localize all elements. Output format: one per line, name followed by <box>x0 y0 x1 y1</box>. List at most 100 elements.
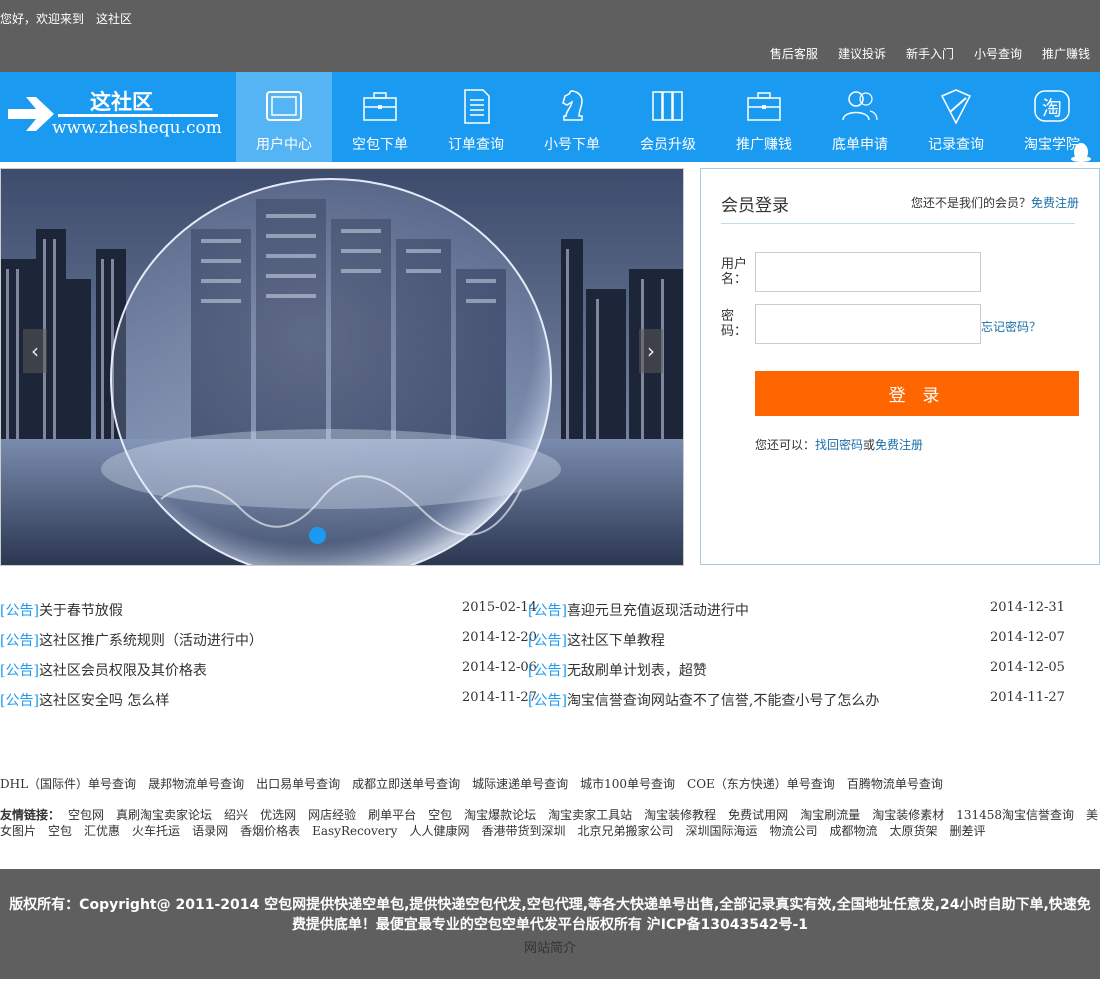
svg-text:淘: 淘 <box>1042 96 1062 120</box>
nav-alt-account-order[interactable]: 小号下单 <box>524 72 620 162</box>
friend-link[interactable]: 淘宝卖家工具站 <box>548 808 632 822</box>
friend-link[interactable]: 空包 <box>428 808 452 822</box>
top-bar: 您好，欢迎来到 这社区 售后客服 建议投诉 新手入门 小号查询 推广赚钱 <box>0 0 1100 72</box>
express-link[interactable]: 晟邦物流单号查询 <box>148 777 244 791</box>
friend-link[interactable]: 淘宝装修素材 <box>872 808 944 822</box>
notice-date: 2014-12-06 <box>462 660 537 675</box>
express-link[interactable]: 百腾物流单号查询 <box>847 777 943 791</box>
register-prompt: 您还不是我们的会员？免费注册 <box>911 194 1079 211</box>
notice-date: 2014-11-27 <box>462 690 537 705</box>
login-alt-prefix: 您还可以： <box>755 438 816 452</box>
login-alt-or: 或 <box>863 438 876 452</box>
notice-item[interactable]: [公告]这社区推广系统规则（活动进行中） <box>0 630 263 650</box>
nav-label: 记录查询 <box>928 137 984 153</box>
books-icon <box>652 91 683 121</box>
express-link[interactable]: 成都立即送单号查询 <box>352 777 460 791</box>
nav-empty-package-order[interactable]: 空包下单 <box>332 72 428 162</box>
login-button[interactable]: 登 录 <box>755 371 1079 416</box>
nav-promote[interactable]: 推广赚钱 <box>716 72 812 162</box>
logo-title: 这社区 <box>90 89 153 114</box>
nav-user-center[interactable]: 用户中心 <box>236 72 332 162</box>
top-link-complaints[interactable]: 建议投诉 <box>838 45 886 62</box>
member-login-panel: 会员登录 您还不是我们的会员？免费注册 用户名： 密码： 忘记密码？ 登 录 您… <box>700 168 1100 565</box>
notice-item[interactable]: [公告]这社区安全吗 怎么样 <box>0 690 169 710</box>
friend-link[interactable]: 刷单平台 <box>368 808 416 822</box>
nav-label: 会员升级 <box>640 137 696 153</box>
friend-link[interactable]: 删差评 <box>950 824 986 838</box>
friend-link[interactable]: 太原货架 <box>890 824 938 838</box>
logo-divider <box>58 114 218 117</box>
username-input[interactable] <box>755 252 981 292</box>
top-link-account-query[interactable]: 小号查询 <box>974 45 1022 62</box>
friend-link[interactable]: 火车托运 <box>132 824 180 838</box>
nav-items: 用户中心 空包下单 订单查询 小号下单 会员升级 推广赚钱 底单申请 记录查询 <box>236 72 1100 162</box>
friend-link[interactable]: 淘宝装修教程 <box>644 808 716 822</box>
friend-link[interactable]: EasyRecovery <box>312 824 397 838</box>
slide-indicator-dot[interactable] <box>309 527 326 544</box>
login-alternatives: 您还可以：找回密码或免费注册 <box>755 436 923 453</box>
site-logo[interactable]: 这社区 www.zheshequ.com <box>0 72 236 162</box>
notice-item[interactable]: [公告]关于春节放假 <box>0 600 123 620</box>
slide-next-button[interactable]: › <box>639 329 663 373</box>
friend-link[interactable]: 北京兄弟搬家公司 <box>577 824 673 838</box>
express-query-links: DHL（国际件）单号查询 晟邦物流单号查询 出口易单号查询 成都立即送单号查询 城际速递… <box>0 775 955 792</box>
nav-receipt-request[interactable]: 底单申请 <box>812 72 908 162</box>
notice-item[interactable]: [公告]无敌刷单计划表，超赞 <box>528 660 707 680</box>
friend-link[interactable]: 语录网 <box>192 824 228 838</box>
notice-row: [公告]这社区安全吗 怎么样 2014-11-27 [公告]淘宝信誉查询网站查不… <box>0 690 1100 720</box>
password-input[interactable] <box>755 304 981 344</box>
friend-link[interactable]: 香烟价格表 <box>240 824 300 838</box>
friend-link[interactable]: 淘宝爆款论坛 <box>464 808 536 822</box>
nav-record-query[interactable]: 记录查询 <box>908 72 1004 162</box>
forgot-password-link[interactable]: 忘记密码？ <box>981 318 1041 335</box>
briefcase-icon <box>363 92 397 121</box>
friend-link[interactable]: 人人健康网 <box>409 824 469 838</box>
express-link[interactable]: 城市100单号查询 <box>580 777 675 791</box>
free-register-link[interactable]: 免费注册 <box>875 438 923 452</box>
register-link[interactable]: 免费注册 <box>1031 196 1079 210</box>
friend-link[interactable]: 网店经验 <box>308 808 356 822</box>
friend-link[interactable]: 空包 <box>48 824 72 838</box>
footer-copyright: 版权所有：Copyright@ 2011-2014 空包网提供快递空单包,提供快… <box>9 897 1091 933</box>
express-link[interactable]: COE（东方快递）单号查询 <box>687 777 835 791</box>
friend-link[interactable]: 汇优惠 <box>84 824 120 838</box>
notice-item[interactable]: [公告]这社区会员权限及其价格表 <box>0 660 207 680</box>
nav-member-upgrade[interactable]: 会员升级 <box>620 72 716 162</box>
document-list-icon <box>464 89 490 124</box>
friend-link[interactable]: 物流公司 <box>770 824 818 838</box>
notice-item[interactable]: [公告]喜迎元旦充值返现活动进行中 <box>528 600 749 620</box>
nav-order-query[interactable]: 订单查询 <box>428 72 524 162</box>
banner-slideshow[interactable]: ‹ › <box>0 168 684 566</box>
nav-label: 推广赚钱 <box>736 137 792 153</box>
top-link-promote[interactable]: 推广赚钱 <box>1042 45 1090 62</box>
nav-label: 小号下单 <box>544 137 600 153</box>
express-link[interactable]: 城际速递单号查询 <box>472 777 568 791</box>
friend-link[interactable]: 深圳国际海运 <box>685 824 757 838</box>
friend-link[interactable]: 香港带货到深圳 <box>481 824 565 838</box>
taobao-icon: 淘 <box>1034 90 1070 122</box>
friend-link[interactable]: 免费试用网 <box>728 808 788 822</box>
friend-link[interactable]: 131458淘宝信誉查询 <box>956 808 1074 822</box>
friend-link[interactable]: 成都物流 <box>830 824 878 838</box>
notice-row: [公告]这社区推广系统规则（活动进行中） 2014-12-20 [公告]这社区下… <box>0 630 1100 660</box>
friend-link[interactable]: 淘宝刷流量 <box>800 808 860 822</box>
friend-link[interactable]: 优选网 <box>260 808 296 822</box>
top-link-beginner[interactable]: 新手入门 <box>906 45 954 62</box>
friend-links: 友情链接： 空包网 真刷淘宝卖家论坛 绍兴 优选网 网店经验 刷单平台 空包 淘宝爆款论坛 淘宝卖… <box>0 807 1100 839</box>
recover-password-link[interactable]: 找回密码 <box>815 438 863 452</box>
notice-date: 2014-11-27 <box>990 690 1065 705</box>
friend-link[interactable]: 绍兴 <box>224 808 248 822</box>
notice-row: [公告]关于春节放假 2015-02-14 [公告]喜迎元旦充值返现活动进行中 … <box>0 600 1100 630</box>
notice-item[interactable]: [公告]淘宝信誉查询网站查不了信誉,不能查小号了怎么办 <box>528 690 879 710</box>
qq-penguin-icon[interactable] <box>1070 142 1092 162</box>
notice-item[interactable]: [公告]这社区下单教程 <box>528 630 665 650</box>
notice-date: 2014-12-07 <box>990 630 1065 645</box>
friend-link[interactable]: 空包网 <box>68 808 104 822</box>
slide-prev-button[interactable]: ‹ <box>23 329 47 373</box>
express-link[interactable]: 出口易单号查询 <box>256 777 340 791</box>
friend-link[interactable]: 真刷淘宝卖家论坛 <box>116 808 212 822</box>
express-link[interactable]: DHL（国际件）单号查询 <box>0 777 136 791</box>
nav-label: 用户中心 <box>256 137 312 153</box>
footer-about-link[interactable]: 网站简介 <box>0 937 1100 956</box>
top-link-after-sales[interactable]: 售后客服 <box>770 45 818 62</box>
